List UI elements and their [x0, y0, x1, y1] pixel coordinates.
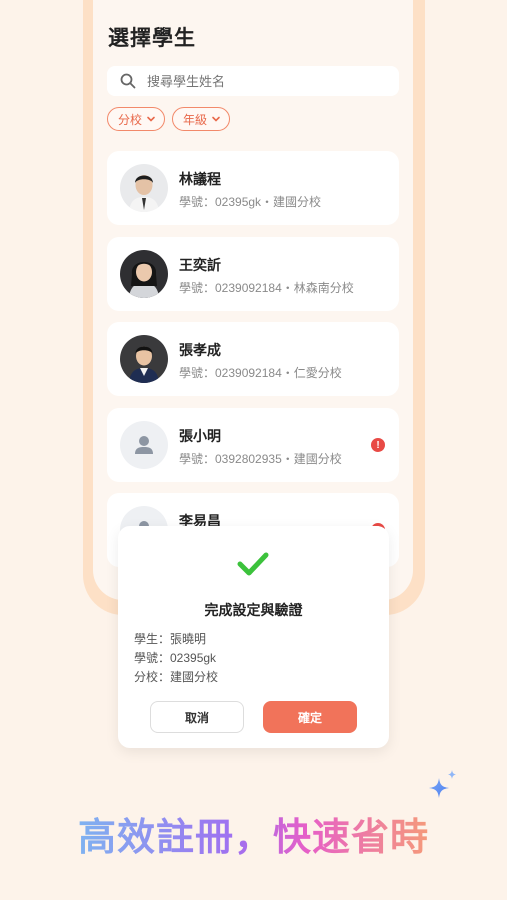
- filter-branch-label: 分校: [118, 112, 143, 127]
- filter-grade-label: 年級: [183, 112, 208, 127]
- search-bar[interactable]: [107, 66, 399, 96]
- student-card[interactable]: 王奕訢 學號：0239092184・林森南分校: [107, 237, 399, 311]
- student-name: 張孝成: [179, 342, 221, 358]
- student-photo: [120, 335, 168, 383]
- student-meta: 學號：0239092184・林森南分校: [179, 281, 354, 295]
- filter-grade[interactable]: 年級: [172, 107, 231, 131]
- student-photo: [120, 250, 168, 298]
- filter-branch[interactable]: 分校: [107, 107, 166, 131]
- search-input[interactable]: [145, 72, 379, 90]
- student-card[interactable]: 張孝成 學號：0239092184・仁愛分校: [107, 322, 399, 396]
- student-name: 王奕訢: [179, 257, 221, 273]
- page-title: 選擇學生: [108, 27, 196, 50]
- tagline-text: 高效註冊，快速省時: [77, 817, 429, 859]
- search-icon: [120, 73, 136, 89]
- student-card[interactable]: 張小明 學號：0392802935・建國分校 !: [107, 408, 399, 482]
- tagline: 高效註冊，快速省時: [0, 806, 507, 861]
- student-photo: [120, 164, 168, 212]
- dialog-title: 完成設定與驗證: [204, 602, 303, 618]
- confirm-dialog: 完成設定與驗證 學生：張曉明 學號：02395gk 分校：建國分校 取消 確定: [118, 526, 389, 748]
- chevron-down-icon: [212, 116, 220, 122]
- dialog-id-line: 學號：02395gk: [134, 651, 217, 665]
- student-card[interactable]: 林議程 學號：02395gk・建國分校: [107, 151, 399, 225]
- sparkle-icon: [429, 770, 456, 798]
- student-meta: 學號：02395gk・建國分校: [179, 195, 322, 209]
- cancel-button[interactable]: 取消: [150, 701, 244, 733]
- avatar-placeholder: [120, 421, 168, 469]
- student-meta: 學號：0239092184・仁愛分校: [179, 366, 342, 380]
- dialog-student-line: 學生：張曉明: [134, 632, 207, 646]
- confirm-button[interactable]: 確定: [263, 701, 357, 733]
- checkmark-icon: [237, 552, 269, 576]
- student-name: 林議程: [179, 171, 221, 187]
- student-name: 張小明: [179, 428, 221, 444]
- student-meta: 學號：0392802935・建國分校: [179, 452, 342, 466]
- alert-icon: !: [371, 438, 385, 452]
- dialog-branch-line: 分校：建國分校: [134, 670, 219, 684]
- chevron-down-icon: [147, 116, 155, 122]
